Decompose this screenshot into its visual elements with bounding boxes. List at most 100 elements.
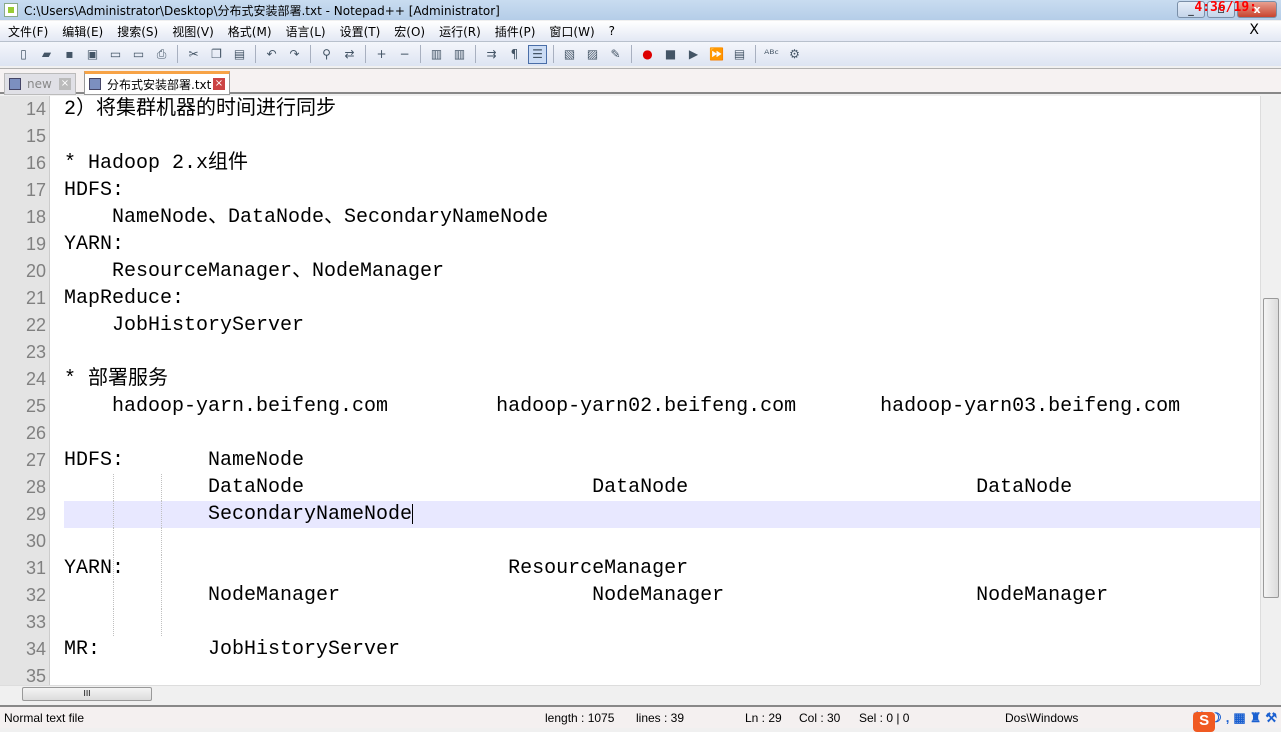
new-file-icon[interactable]: ▯ xyxy=(14,45,33,64)
close-document-button[interactable]: X xyxy=(1249,22,1259,38)
menu-item[interactable]: 宏(O) xyxy=(394,23,425,40)
editor-line[interactable]: 17 HDFS: xyxy=(0,177,1260,204)
editor-line[interactable]: 28 DataNode DataNode DataNode xyxy=(0,474,1260,501)
menu-item[interactable]: ? xyxy=(609,24,615,38)
zoom-out-icon[interactable]: − xyxy=(395,45,414,64)
ime-toolbar[interactable]: S 英 ☽ , ▦ ♜ ⚒ xyxy=(1193,708,1277,732)
menu-item[interactable]: 搜索(S) xyxy=(117,23,158,40)
line-text[interactable]: NodeManager NodeManager NodeManager xyxy=(64,582,1108,609)
editor-line[interactable]: 25 hadoop-yarn.beifeng.com hadoop-yarn02… xyxy=(0,393,1260,420)
line-text[interactable]: YARN: ResourceManager xyxy=(64,555,688,582)
line-text[interactable]: HDFS: NameNode xyxy=(64,447,304,474)
editor-line[interactable]: 21 MapReduce: xyxy=(0,285,1260,312)
doc-map-icon[interactable]: ▧ xyxy=(560,45,579,64)
editor-line[interactable]: 30 xyxy=(0,528,1260,555)
line-text[interactable]: * Hadoop 2.x组件 xyxy=(64,150,248,177)
print-icon[interactable]: ⎙ xyxy=(152,45,171,64)
close-icon[interactable]: ▭ xyxy=(106,45,125,64)
editor-line[interactable]: 26 xyxy=(0,420,1260,447)
folder-icon[interactable]: ✎ xyxy=(606,45,625,64)
word-wrap-icon[interactable]: ⇉ xyxy=(482,45,501,64)
menu-item[interactable]: 语言(L) xyxy=(286,23,326,40)
line-text[interactable]: HDFS: xyxy=(64,177,124,204)
editor-line[interactable]: 33 xyxy=(0,609,1260,636)
show-all-chars-icon[interactable]: ¶ xyxy=(505,45,524,64)
editor-line[interactable]: 23 xyxy=(0,339,1260,366)
editor-line[interactable]: 20 ResourceManager、NodeManager xyxy=(0,258,1260,285)
line-text[interactable]: hadoop-yarn.beifeng.com hadoop-yarn02.be… xyxy=(64,393,1180,420)
sync-horizontal-icon[interactable]: ▥ xyxy=(450,45,469,64)
line-text[interactable]: NameNode、DataNode、SecondaryNameNode xyxy=(64,204,548,231)
line-number: 23 xyxy=(25,342,46,362)
editor-line[interactable]: 32 NodeManager NodeManager NodeManager xyxy=(0,582,1260,609)
save-all-icon[interactable]: ▣ xyxy=(83,45,102,64)
save-macro-icon[interactable]: ▤ xyxy=(730,45,749,64)
plugin-icon[interactable]: ⚙ xyxy=(785,45,804,64)
editor-line[interactable]: 29 SecondaryNameNode xyxy=(0,501,1260,528)
run-macro-multiple-icon[interactable]: ⏩ xyxy=(707,45,726,64)
close-all-icon[interactable]: ▭ xyxy=(129,45,148,64)
play-macro-icon[interactable]: ▶ xyxy=(684,45,703,64)
horizontal-scroll-thumb[interactable]: III xyxy=(22,687,152,701)
close-tab-icon[interactable]: × xyxy=(213,78,225,90)
line-text[interactable]: JobHistoryServer xyxy=(64,312,304,339)
record-macro-icon[interactable]: ● xyxy=(638,45,657,64)
editor-line[interactable]: 15 xyxy=(0,123,1260,150)
menu-item[interactable]: 设置(T) xyxy=(340,23,381,40)
tab-distributed-install[interactable]: 分布式安装部署.txt × xyxy=(84,71,230,95)
function-list-icon[interactable]: ▨ xyxy=(583,45,602,64)
editor-line[interactable]: 16 * Hadoop 2.x组件 xyxy=(0,150,1260,177)
spell-check-icon[interactable]: ᴬᴮᶜ xyxy=(762,45,781,64)
keyboard-icon[interactable]: ▦ xyxy=(1233,710,1245,726)
menu-item[interactable]: 编辑(E) xyxy=(62,23,103,40)
redo-icon[interactable]: ↷ xyxy=(285,45,304,64)
menu-item[interactable]: 窗口(W) xyxy=(549,23,594,40)
open-file-icon[interactable]: ▰ xyxy=(37,45,56,64)
menu-item[interactable]: 插件(P) xyxy=(495,23,536,40)
editor-line[interactable]: 22 JobHistoryServer xyxy=(0,312,1260,339)
tab-new[interactable]: new × xyxy=(4,73,76,95)
menu-item[interactable]: 文件(F) xyxy=(8,23,48,40)
horizontal-scrollbar[interactable]: III xyxy=(0,685,1260,702)
close-tab-icon[interactable]: × xyxy=(59,78,71,90)
editor-line[interactable]: 18 NameNode、DataNode、SecondaryNameNode xyxy=(0,204,1260,231)
paste-icon[interactable]: ▤ xyxy=(230,45,249,64)
menu-item[interactable]: 格式(M) xyxy=(228,23,272,40)
menu-item[interactable]: 运行(R) xyxy=(439,23,481,40)
zoom-in-icon[interactable]: + xyxy=(372,45,391,64)
vertical-scrollbar[interactable] xyxy=(1260,96,1281,685)
line-text[interactable]: ResourceManager、NodeManager xyxy=(64,258,444,285)
line-text[interactable]: MapReduce: xyxy=(64,285,184,312)
line-text[interactable]: SecondaryNameNode xyxy=(64,501,414,528)
line-text[interactable]: 2）将集群机器的时间进行同步 xyxy=(64,96,336,123)
line-number: 30 xyxy=(25,531,46,551)
find-icon[interactable]: ⚲ xyxy=(317,45,336,64)
editor-line[interactable]: 35 xyxy=(0,663,1260,685)
editor-line[interactable]: 14 2）将集群机器的时间进行同步 xyxy=(0,96,1260,123)
editor-line[interactable]: 27 HDFS: NameNode xyxy=(0,447,1260,474)
editor-line[interactable]: 24 * 部署服务 xyxy=(0,366,1260,393)
vertical-scroll-thumb[interactable] xyxy=(1263,298,1279,598)
editor-line[interactable]: 34 MR: JobHistoryServer xyxy=(0,636,1260,663)
undo-icon[interactable]: ↶ xyxy=(262,45,281,64)
punctuation-icon[interactable]: , xyxy=(1226,710,1230,725)
text-editor[interactable]: 14 2）将集群机器的时间进行同步 15 16 * Hadoop 2.x组件 17 HDFS… xyxy=(0,96,1260,685)
indent-guide-icon[interactable]: ☰ xyxy=(528,44,547,64)
save-icon[interactable]: ▪ xyxy=(60,45,79,64)
cut-icon[interactable]: ✂ xyxy=(184,45,203,64)
wrench-icon[interactable]: ⚒ xyxy=(1265,710,1277,726)
copy-icon[interactable]: ❐ xyxy=(207,45,226,64)
toolbar-separator xyxy=(177,45,178,63)
menu-item[interactable]: 视图(V) xyxy=(172,23,214,40)
editor-line[interactable]: 19 YARN: xyxy=(0,231,1260,258)
stop-macro-icon[interactable]: ■ xyxy=(661,45,680,64)
sync-vertical-icon[interactable]: ▥ xyxy=(427,45,446,64)
line-text[interactable]: MR: JobHistoryServer xyxy=(64,636,400,663)
replace-icon[interactable]: ⇄ xyxy=(340,45,359,64)
sogou-icon[interactable]: S xyxy=(1193,712,1216,732)
editor-line[interactable]: 31 YARN: ResourceManager xyxy=(0,555,1260,582)
line-text[interactable]: DataNode DataNode DataNode xyxy=(64,474,1072,501)
line-text[interactable]: YARN: xyxy=(64,231,124,258)
line-text[interactable]: * 部署服务 xyxy=(64,366,168,393)
shirt-icon[interactable]: ♜ xyxy=(1250,710,1262,726)
